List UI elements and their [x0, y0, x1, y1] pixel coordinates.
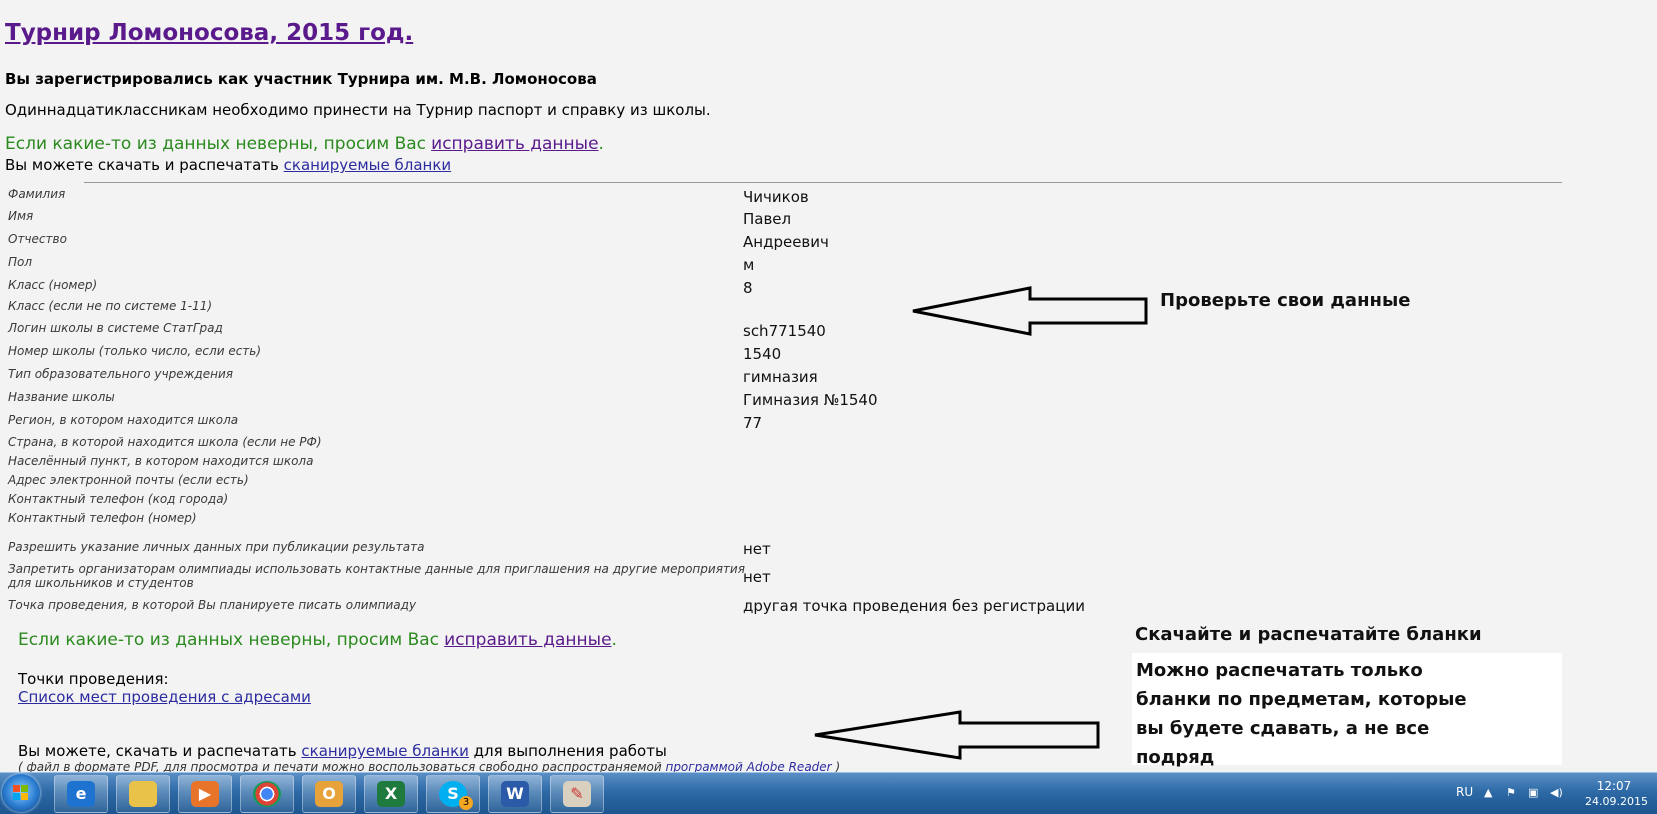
field-label: Логин школы в системе СтатГрад — [8, 321, 223, 335]
places-title: Точки проведения: — [18, 670, 169, 688]
fix-data-suffix: . — [611, 630, 617, 650]
system-clock[interactable]: 12:07 24.09.2015 — [1585, 778, 1648, 810]
field-value: 8 — [743, 279, 753, 297]
taskbar-excel[interactable]: X — [364, 775, 418, 813]
taskbar-word[interactable]: W — [488, 775, 542, 813]
browser-page: Турнир Ломоносова, 2015 год. Вы зарегист… — [0, 0, 1657, 774]
field-value: нет — [743, 540, 771, 558]
field-value: нет — [743, 568, 771, 586]
places-line: Список мест проведения с адресами — [18, 688, 311, 706]
internet-explorer-icon: e — [67, 781, 95, 807]
taskbar-skype[interactable]: S 3 — [426, 775, 480, 813]
outlook-icon: O — [315, 781, 343, 807]
field-value: Гимназия №1540 — [743, 391, 878, 409]
show-hidden-icons-icon[interactable]: ▲ — [1484, 786, 1498, 800]
word-icon: W — [501, 781, 529, 807]
fix-data-text: Если какие-то из данных неверны, просим … — [5, 134, 427, 154]
fix-data-line-top: Если какие-то из данных неверны, просим … — [5, 134, 604, 154]
field-label: Номер школы (только число, если есть) — [8, 344, 262, 358]
taskbar: e ▶ O X S 3 W ✎ RU ▲ ⚑ ▣ ◀) 12:07 24.09.… — [0, 772, 1657, 814]
action-center-flag-icon[interactable]: ⚑ — [1506, 786, 1520, 800]
arrow-left-icon — [912, 286, 1148, 336]
places-list-link[interactable]: Список мест проведения с адресами — [18, 688, 311, 706]
field-value: м — [743, 256, 755, 274]
skype-badge: 3 — [459, 796, 473, 810]
fix-data-line-bottom: Если какие-то из данных неверны, просим … — [18, 630, 617, 650]
field-value: Чичиков — [743, 188, 809, 206]
chrome-icon — [253, 781, 281, 807]
field-label: Фамилия — [8, 187, 66, 201]
download-line-top: Вы можете скачать и распечатать сканируе… — [5, 156, 451, 174]
field-value: гимназия — [743, 368, 818, 386]
taskbar-internet-explorer[interactable]: e — [54, 775, 108, 813]
divider — [84, 182, 1562, 183]
fix-data-text: Если какие-то из данных неверны, просим … — [18, 630, 440, 650]
field-label: Населённый пункт, в котором находится шк… — [8, 454, 314, 468]
field-label: Пол — [8, 255, 33, 269]
download-forms-link[interactable]: сканируемые бланки — [301, 742, 468, 760]
field-label: Страна, в которой находится школа (если … — [8, 435, 322, 449]
volume-icon[interactable]: ◀) — [1550, 786, 1564, 800]
registration-message: Вы зарегистрировались как участник Турни… — [5, 70, 597, 88]
annotation-line: бланки по предметам, которые — [1136, 689, 1467, 710]
taskbar-media-player[interactable]: ▶ — [178, 775, 232, 813]
clock-date: 24.09.2015 — [1585, 795, 1648, 808]
field-value: другая точка проведения без регистрации — [743, 597, 1085, 615]
folder-icon — [129, 781, 157, 807]
language-indicator[interactable]: RU — [1456, 785, 1473, 799]
field-label: Регион, в котором находится школа — [8, 413, 239, 427]
fix-data-link[interactable]: исправить данные — [431, 134, 598, 154]
field-label: Имя — [8, 209, 34, 223]
field-label: Контактный телефон (номер) — [8, 511, 197, 525]
annotation-line: вы будете сдавать, а не все — [1136, 718, 1430, 739]
download-line-bottom: Вы можете, скачать и распечатать сканиру… — [18, 742, 667, 760]
field-value: Павел — [743, 210, 792, 228]
annotation-line: Можно распечатать только — [1136, 660, 1423, 681]
field-value: 1540 — [743, 345, 782, 363]
field-label: Отчество — [8, 232, 67, 246]
field-label: Запретить организаторам олимпиады исполь… — [8, 562, 745, 576]
download-text: Вы можете скачать и распечатать — [5, 156, 279, 174]
field-label: Точка проведения, в которой Вы планирует… — [8, 598, 417, 612]
field-label: Класс (номер) — [8, 278, 98, 292]
download-text: Вы можете, скачать и распечатать — [18, 742, 297, 760]
annotation-check-data: Проверьте свои данные — [1160, 290, 1411, 311]
network-icon[interactable]: ▣ — [1528, 786, 1542, 800]
annotation-print-only: Можно распечатать только бланки по предм… — [1136, 656, 1467, 772]
field-label-continued: для школьников и студентов — [8, 576, 194, 590]
taskbar-chrome[interactable] — [240, 775, 294, 813]
field-label: Адрес электронной почты (если есть) — [8, 473, 249, 487]
taskbar-outlook[interactable]: O — [302, 775, 356, 813]
taskbar-paint[interactable]: ✎ — [550, 775, 604, 813]
windows-logo-icon — [13, 785, 29, 801]
taskbar-file-explorer[interactable] — [116, 775, 170, 813]
field-value: Андреевич — [743, 233, 829, 251]
field-label: Класс (если не по системе 1-11) — [8, 299, 213, 313]
start-button[interactable] — [2, 774, 40, 812]
download-suffix: для выполнения работы — [473, 742, 667, 760]
excel-icon: X — [377, 781, 405, 807]
paint-icon: ✎ — [563, 781, 591, 807]
clock-time: 12:07 — [1596, 779, 1632, 793]
notice-text: Одиннадцатиклассникам необходимо принест… — [5, 101, 711, 119]
fix-data-link[interactable]: исправить данные — [444, 630, 611, 650]
media-player-icon: ▶ — [191, 781, 219, 807]
annotation-line: подряд — [1136, 747, 1215, 768]
annotation-download-forms: Скачайте и распечатайте бланки — [1135, 624, 1482, 645]
fix-data-suffix: . — [598, 134, 604, 154]
page-title-link[interactable]: Турнир Ломоносова, 2015 год. — [5, 20, 413, 46]
field-value: 77 — [743, 414, 763, 432]
field-value: sch771540 — [743, 322, 826, 340]
field-label: Название школы — [8, 390, 115, 404]
field-label: Разрешить указание личных данных при пуб… — [8, 540, 425, 554]
arrow-left-icon — [814, 710, 1100, 760]
download-forms-link[interactable]: сканируемые бланки — [284, 156, 451, 174]
field-label: Контактный телефон (код города) — [8, 492, 229, 506]
field-label: Тип образовательного учреждения — [8, 367, 233, 381]
